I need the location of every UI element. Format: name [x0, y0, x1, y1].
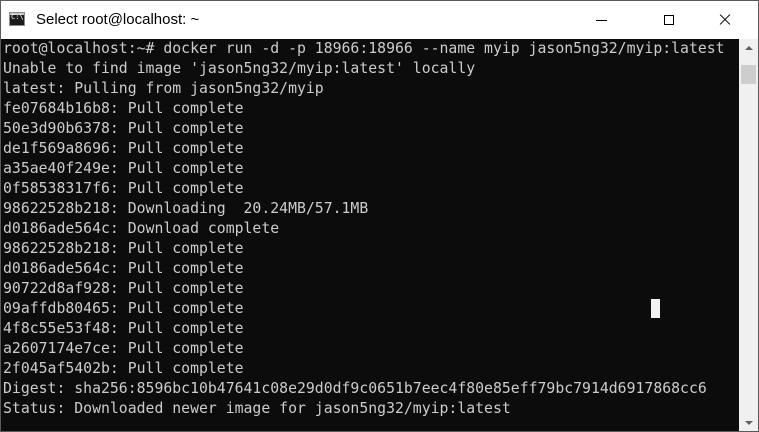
console-line: fe07684b16b8: Pull complete — [3, 100, 244, 117]
close-icon — [719, 14, 731, 26]
scroll-up-button[interactable] — [739, 39, 758, 56]
terminal-icon[interactable]: C:\ — [9, 12, 25, 26]
scrollbar-thumb[interactable] — [741, 65, 756, 84]
console-line: Unable to find image 'jason5ng32/myip:la… — [3, 60, 476, 77]
terminal-window: C:\ Select root@localhost: ~ root@localh… — [0, 0, 759, 432]
window-title: Select root@localhost: ~ — [36, 11, 200, 28]
console-line: Status: Downloaded newer image for jason… — [3, 400, 511, 417]
console-line: 2f045af5402b: Pull complete — [3, 360, 244, 377]
console-line: 0f58538317f6: Pull complete — [3, 180, 244, 197]
scroll-down-button[interactable] — [739, 414, 758, 431]
console-line: a35ae40f249e: Pull complete — [3, 160, 244, 177]
title-bar[interactable]: C:\ Select root@localhost: ~ — [1, 1, 758, 39]
terminal-icon-glyph: C:\ — [11, 13, 24, 21]
console-line: 98622528b218: Pull complete — [3, 240, 244, 257]
console-line: 50e3d90b6378: Pull complete — [3, 120, 244, 137]
minimize-button[interactable] — [578, 1, 624, 39]
console-line: de1f569a8696: Pull complete — [3, 140, 244, 157]
text-cursor — [651, 299, 660, 318]
maximize-icon — [664, 15, 674, 25]
maximize-button[interactable] — [646, 1, 692, 39]
console-output[interactable]: root@localhost:~# docker run -d -p 18966… — [1, 39, 739, 431]
console-line: latest: Pulling from jason5ng32/myip — [3, 80, 324, 97]
arrow-up-icon — [744, 45, 753, 50]
minimize-icon — [595, 19, 607, 21]
console-line: 98622528b218: Downloading 20.24MB/57.1MB — [3, 200, 369, 217]
vertical-scrollbar[interactable] — [739, 39, 758, 431]
console-line: Digest: sha256:8596bc10b47641c08e29d0df9… — [3, 380, 707, 397]
console-line: d0186ade564c: Pull complete — [3, 260, 244, 277]
console-line: a2607174e7ce: Pull complete — [3, 340, 244, 357]
console-line: 4f8c55e53f48: Pull complete — [3, 320, 244, 337]
console-line: d0186ade564c: Download complete — [3, 220, 280, 237]
console-line: 90722d8af928: Pull complete — [3, 280, 244, 297]
arrow-down-icon — [744, 420, 753, 425]
close-button[interactable] — [702, 1, 748, 39]
console-line: 09affdb80465: Pull complete — [3, 300, 244, 317]
console-line: root@localhost:~# docker run -d -p 18966… — [3, 40, 725, 57]
console-lines: root@localhost:~# docker run -d -p 18966… — [3, 39, 725, 419]
